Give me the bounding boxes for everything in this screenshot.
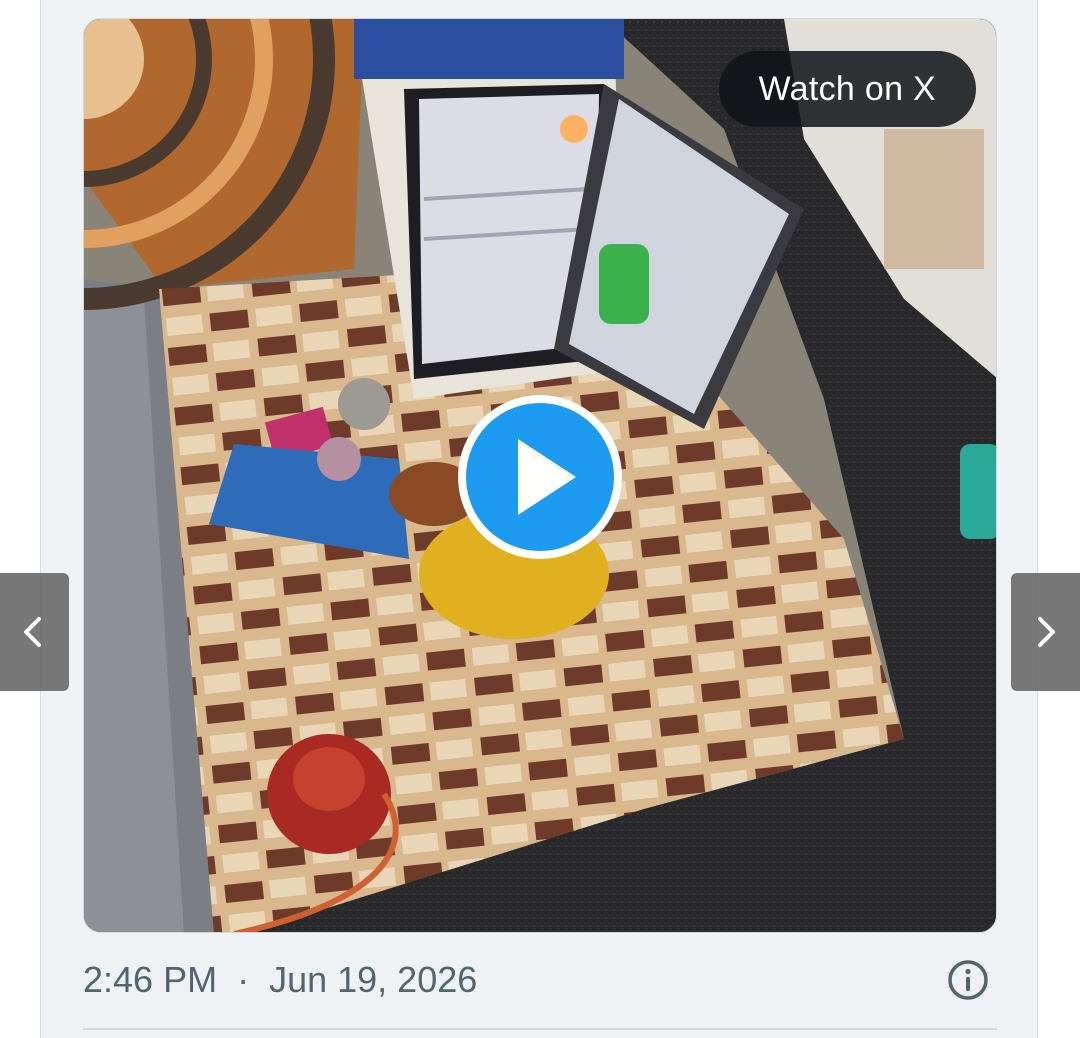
chevron-left-icon xyxy=(24,617,41,647)
play-button[interactable] xyxy=(458,395,622,559)
meta-separator: · xyxy=(237,959,250,1000)
watch-on-x-button[interactable]: Watch on X xyxy=(718,51,976,127)
previous-button[interactable] xyxy=(0,573,69,691)
next-button[interactable] xyxy=(1011,573,1080,691)
tweet-time: 2:46 PM xyxy=(83,959,218,1000)
chevron-right-icon xyxy=(1038,617,1055,647)
info-icon[interactable] xyxy=(947,959,989,1001)
divider xyxy=(83,1028,997,1030)
tweet-date: Jun 19, 2026 xyxy=(269,959,478,1000)
tweet-timestamp[interactable]: 2:46 PM · Jun 19, 2026 xyxy=(83,950,477,1010)
video-player[interactable]: Watch on X xyxy=(83,18,997,933)
play-icon xyxy=(518,439,576,515)
